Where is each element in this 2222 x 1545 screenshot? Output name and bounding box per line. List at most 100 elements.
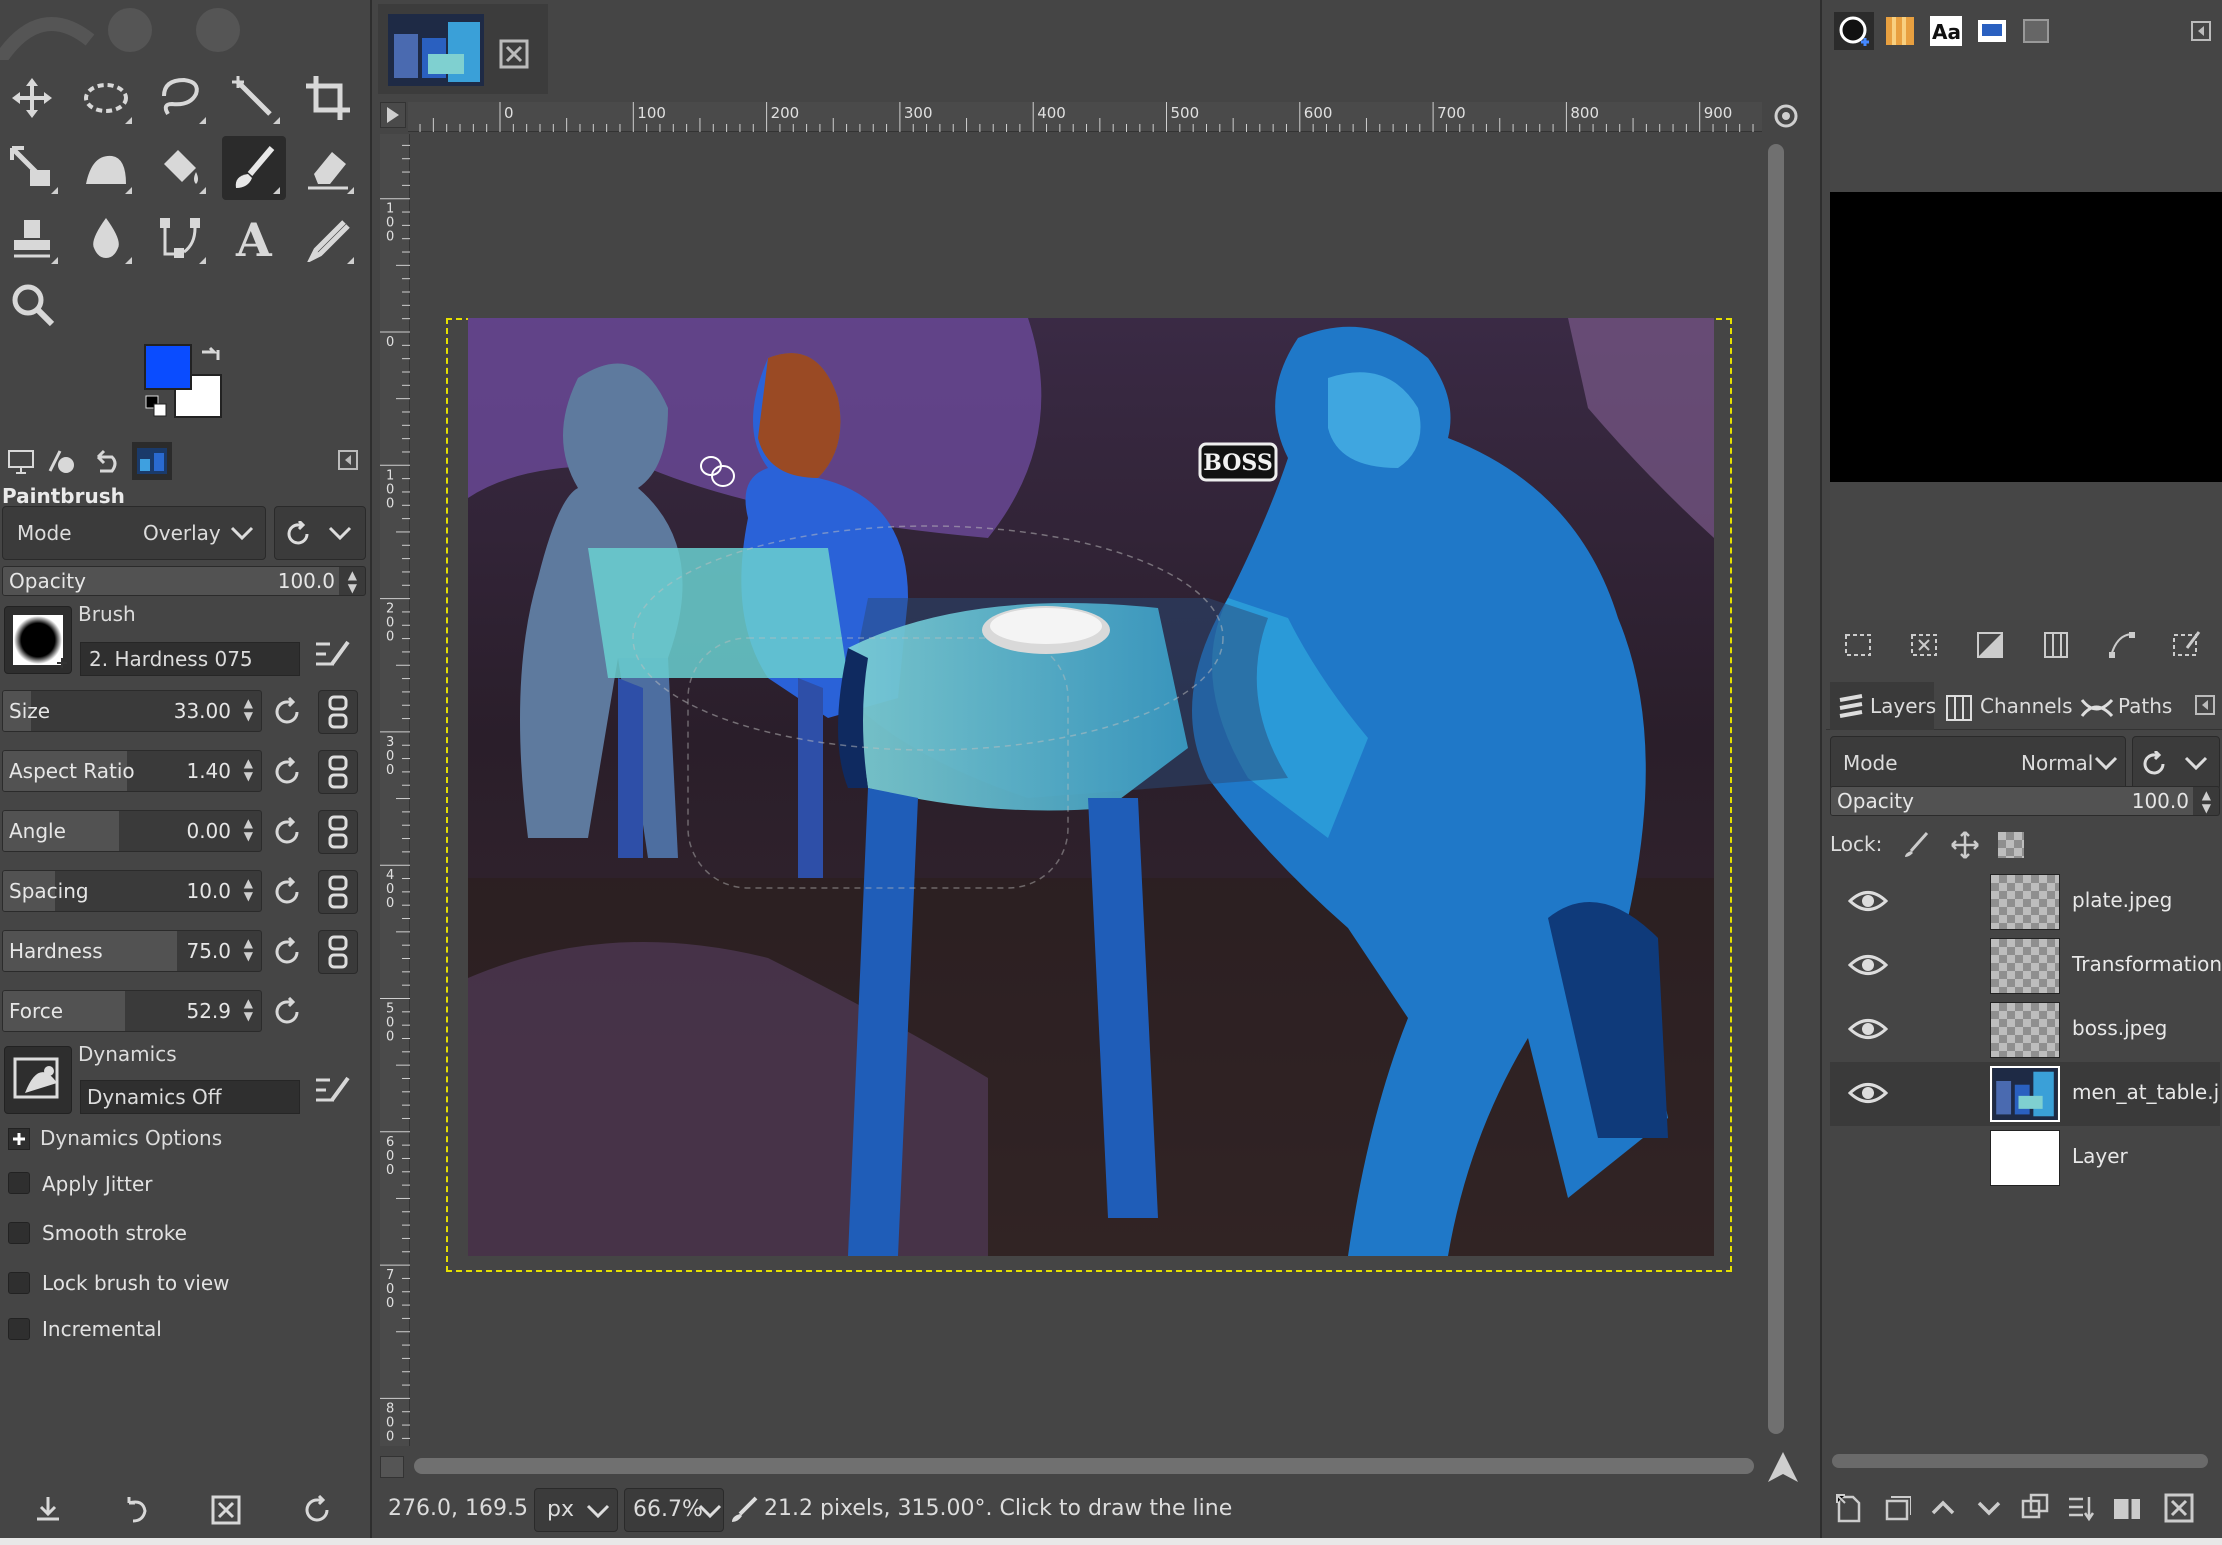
delete-layer-icon[interactable] [2162, 1490, 2196, 1526]
eye-icon[interactable] [1848, 1078, 1888, 1108]
eye-icon[interactable] [1848, 950, 1888, 980]
size-spinner[interactable]: Size 33.00 ▲ ▼ [2, 690, 262, 732]
layer-mask-icon[interactable] [2110, 1490, 2144, 1526]
lock-alpha-icon[interactable] [1998, 832, 2024, 858]
paint-mode-select[interactable]: Mode Overlay [2, 506, 266, 560]
brushes-tab-icon[interactable] [1834, 12, 1874, 50]
to-path-icon[interactable] [2104, 628, 2140, 662]
zoom-select[interactable]: 66.7% [624, 1488, 724, 1532]
save-to-channel-icon[interactable] [2038, 628, 2074, 662]
lasso-tool-icon[interactable] [148, 66, 212, 130]
reset-icon[interactable] [270, 814, 306, 850]
layer-mode-select[interactable]: Mode Normal [1830, 736, 2126, 790]
brush-view-area[interactable] [1830, 60, 2222, 620]
link-to-brush-icon[interactable] [318, 750, 358, 794]
lock-brush-checkbox[interactable] [8, 1272, 30, 1294]
layer-composite-select[interactable] [2132, 736, 2220, 790]
ellipse-select-tool-icon[interactable] [74, 66, 138, 130]
dynamics-preview-button[interactable] [4, 1046, 72, 1114]
link-to-brush-icon[interactable] [318, 930, 358, 974]
color-picker-tool-icon[interactable] [296, 206, 360, 270]
reset-icon[interactable] [270, 994, 306, 1030]
lock-position-icon[interactable] [1948, 828, 1982, 862]
horizontal-scrollbar-thumb[interactable] [414, 1458, 1754, 1474]
new-layer-icon[interactable] [1832, 1490, 1866, 1526]
zoom-tool-icon[interactable] [0, 272, 64, 336]
vertical-scrollbar-thumb[interactable] [1768, 144, 1784, 1434]
configure-tab-icon[interactable] [2188, 18, 2214, 44]
reset-icon[interactable] [270, 754, 306, 790]
move-tool-icon[interactable] [0, 66, 64, 130]
smooth-stroke-checkbox[interactable] [8, 1222, 30, 1244]
stroke-selection-icon[interactable] [2168, 628, 2204, 662]
horizontal-ruler[interactable]: 0 100 200 300 400 500 600 700 800 900 [408, 102, 1762, 132]
navigate-icon[interactable] [1766, 1450, 1800, 1484]
paintbrush-tool-icon[interactable] [222, 136, 286, 200]
layer-row-selected[interactable]: men_at_table.jpe [1830, 1062, 2220, 1126]
image-tab[interactable] [378, 4, 548, 94]
opacity-spinner[interactable]: Opacity 100.0 ▲ ▼ [2, 566, 366, 596]
bucket-fill-tool-icon[interactable] [148, 136, 212, 200]
edit-dynamics-icon[interactable] [310, 1066, 356, 1112]
layer-row[interactable]: Layer [1830, 1126, 2220, 1190]
apply-jitter-checkbox[interactable] [8, 1172, 30, 1194]
brush-preview-button[interactable] [4, 606, 72, 674]
link-to-brush-icon[interactable] [318, 690, 358, 734]
incremental-checkbox[interactable] [8, 1318, 30, 1340]
eraser-tool-icon[interactable] [296, 136, 360, 200]
canvas-image[interactable]: BOSS [468, 318, 1714, 1256]
vertical-scrollbar[interactable] [1764, 134, 1788, 1446]
crop-tool-icon[interactable] [296, 66, 360, 130]
horizontal-scrollbar[interactable] [380, 1452, 1760, 1478]
brush-name-field[interactable]: 2. Hardness 075 [80, 642, 300, 676]
duplicate-layer-icon[interactable] [2018, 1490, 2052, 1526]
fonts-tab-icon[interactable]: Aa [1926, 12, 1966, 50]
paths-tool-icon[interactable] [148, 206, 212, 270]
layers-scrollbar[interactable] [1832, 1452, 2212, 1470]
swap-colors-icon[interactable] [198, 344, 222, 368]
foreground-color-swatch[interactable] [144, 344, 192, 390]
merge-layer-icon[interactable] [2064, 1490, 2098, 1526]
navigation-menu-button[interactable] [380, 102, 406, 128]
layer-row[interactable]: Transformation [1830, 934, 2222, 998]
edit-brush-icon[interactable] [310, 630, 356, 676]
eye-icon[interactable] [1848, 1014, 1888, 1044]
restore-options-icon[interactable] [116, 1490, 156, 1530]
select-none-icon[interactable] [1906, 628, 1942, 662]
angle-spinner[interactable]: Angle 0.00 ▲ ▼ [2, 810, 262, 852]
force-spinner[interactable]: Force 52.9 ▲ ▼ [2, 990, 262, 1032]
patterns-tab-icon[interactable] [1880, 12, 1920, 50]
layer-row[interactable]: plate.jpeg [1830, 870, 2220, 934]
scale-tool-icon[interactable] [0, 136, 64, 200]
reset-options-icon[interactable] [298, 1490, 338, 1530]
images-tab-icon[interactable] [132, 442, 172, 480]
smudge-tool-icon[interactable] [74, 206, 138, 270]
lock-pixels-icon[interactable] [1900, 828, 1934, 862]
document-history-tab-icon[interactable] [1972, 12, 2012, 50]
clone-tool-icon[interactable] [0, 206, 64, 270]
invert-selection-icon[interactable] [1972, 628, 2008, 662]
default-colors-icon[interactable] [144, 394, 168, 418]
tab-paths[interactable]: Paths [2078, 682, 2184, 730]
tab-layers[interactable]: Layers [1830, 682, 1936, 730]
templates-tab-icon[interactable] [2016, 12, 2056, 50]
layer-opacity-spinner[interactable]: Opacity 100.0 ▲ ▼ [1830, 786, 2220, 816]
delete-options-icon[interactable] [206, 1490, 246, 1530]
link-to-brush-icon[interactable] [318, 810, 358, 854]
zoom-on-resize-icon[interactable] [1772, 102, 1802, 132]
hardness-spinner[interactable]: Hardness 75.0 ▲ ▼ [2, 930, 262, 972]
new-layer-group-icon[interactable] [1880, 1490, 1914, 1526]
warp-transform-tool-icon[interactable] [74, 136, 138, 200]
unit-select[interactable]: px [534, 1488, 618, 1532]
text-tool-icon[interactable]: A [222, 206, 286, 270]
reset-icon[interactable] [270, 874, 306, 910]
reset-icon[interactable] [270, 934, 306, 970]
undo-history-tab-icon[interactable] [88, 444, 122, 478]
aspect-ratio-spinner[interactable]: Aspect Ratio 1.40 ▲ ▼ [2, 750, 262, 792]
raise-layer-icon[interactable] [1926, 1490, 1960, 1526]
lower-layer-icon[interactable] [1972, 1490, 2006, 1526]
spacing-spinner[interactable]: Spacing 10.0 ▲ ▼ [2, 870, 262, 912]
tool-options-tab-icon[interactable] [4, 444, 38, 478]
quick-mask-toggle[interactable] [380, 1456, 404, 1478]
canvas-viewport[interactable]: BOSS [412, 134, 1754, 1446]
